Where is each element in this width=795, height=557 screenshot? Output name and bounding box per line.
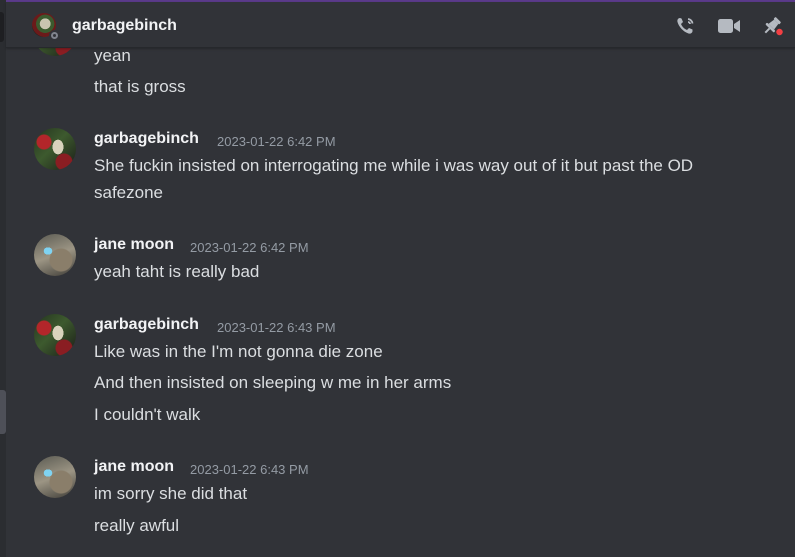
timestamp[interactable]: 2023-01-22 6:42 PM: [190, 240, 309, 255]
timestamp[interactable]: 2023-01-22 6:42 PM: [217, 134, 336, 149]
username[interactable]: jane moon: [94, 236, 174, 254]
username[interactable]: jane moon: [94, 458, 174, 476]
message-text: really awful: [94, 516, 180, 535]
message-text: im sorry she did that: [94, 484, 248, 503]
message-text: yean: [94, 48, 131, 65]
message-text: that is gross: [94, 77, 186, 96]
user-avatar[interactable]: [34, 456, 76, 498]
message-text: safezone: [94, 183, 163, 202]
message-text: And then insisted on sleeping w me in he…: [94, 373, 452, 392]
timestamp[interactable]: 2023-01-22 6:43 PM: [190, 462, 309, 477]
pin-notification-dot: [774, 27, 785, 37]
video-icon[interactable]: [717, 15, 741, 37]
message-text: Like was in the I'm not gonna die zone: [94, 342, 383, 361]
channel-header: garbagebinch: [6, 2, 795, 48]
username[interactable]: garbagebinch: [94, 130, 199, 148]
pin-icon[interactable]: [760, 15, 785, 37]
phone-icon[interactable]: [674, 15, 698, 37]
sidebar-indicator: [0, 12, 4, 42]
user-avatar[interactable]: [34, 128, 76, 170]
message-text: She fuckin insisted on interrogating me …: [94, 156, 694, 175]
status-offline-indicator: [49, 30, 60, 41]
timestamp[interactable]: 2023-01-22 6:43 PM: [217, 320, 336, 335]
username[interactable]: garbagebinch: [94, 316, 199, 334]
user-avatar[interactable]: [34, 314, 76, 356]
message-list[interactable]: yean that is gross garbagebinch 2023-01-…: [6, 48, 795, 557]
dm-title[interactable]: garbagebinch: [72, 17, 177, 35]
user-avatar[interactable]: [34, 234, 76, 276]
message-text: I couldn't walk: [94, 405, 201, 424]
message-text: yeah taht is really bad: [94, 262, 260, 281]
user-avatar[interactable]: [34, 48, 76, 56]
